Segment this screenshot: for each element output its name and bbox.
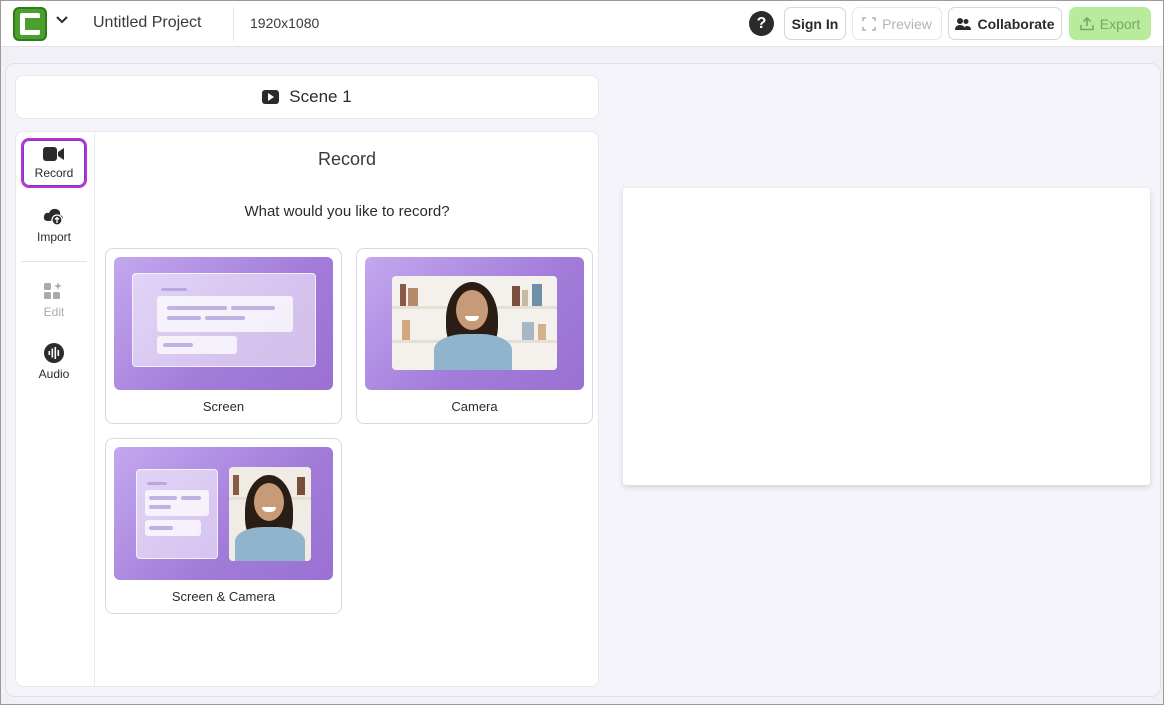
tool-edit[interactable]: Edit (21, 275, 87, 325)
screen-camera-option-label: Screen & Camera (171, 589, 276, 604)
screen-option-label: Screen (202, 399, 245, 414)
topbar-divider (233, 7, 234, 41)
record-option-camera[interactable]: Camera (356, 248, 593, 424)
camera-option-label: Camera (451, 399, 498, 414)
top-bar: Untitled Project 1920x1080 ? Sign In Pre… (1, 1, 1163, 47)
chevron-down-icon[interactable] (55, 13, 69, 27)
tool-record-label: Record (34, 166, 74, 180)
scene-label: Scene 1 (289, 87, 352, 106)
screen-camera-thumbnail (114, 447, 333, 580)
app-logo-icon[interactable] (13, 7, 47, 41)
export-label: Export (1099, 15, 1141, 32)
tool-audio-label: Audio (38, 367, 70, 381)
scene-selector[interactable]: Scene 1 (15, 75, 599, 119)
play-icon (262, 90, 280, 104)
sign-in-label: Sign In (791, 15, 839, 32)
tool-record[interactable]: Record (21, 138, 87, 188)
preview-button[interactable]: Preview (852, 7, 942, 40)
audio-wave-icon (44, 343, 64, 363)
users-icon (955, 17, 972, 30)
tool-import[interactable]: Import (21, 201, 87, 251)
collaborate-label: Collaborate (977, 15, 1055, 32)
tool-rail: Record Import Edit Audio (15, 131, 95, 687)
fullscreen-icon (862, 16, 876, 31)
tool-import-label: Import (36, 230, 71, 244)
rail-divider (21, 261, 87, 262)
help-icon[interactable]: ? (749, 11, 774, 36)
panel-question: What would you like to record? (244, 203, 450, 220)
preview-label: Preview (882, 15, 932, 32)
resolution-label[interactable]: 1920x1080 (250, 15, 319, 31)
export-button[interactable]: Export (1069, 7, 1151, 40)
record-option-screen-and-camera[interactable]: Screen & Camera (105, 438, 342, 614)
project-title[interactable]: Untitled Project (93, 14, 202, 32)
sign-in-button[interactable]: Sign In (784, 7, 846, 40)
edit-shapes-icon (44, 282, 62, 299)
video-camera-icon (43, 147, 64, 161)
preview-canvas[interactable] (623, 188, 1150, 485)
tool-edit-label: Edit (43, 305, 65, 319)
camera-thumbnail (365, 257, 584, 390)
cloud-upload-icon (43, 208, 63, 226)
collaborate-button[interactable]: Collaborate (948, 7, 1062, 40)
panel-title: Record (317, 149, 377, 169)
record-option-screen[interactable]: Screen (105, 248, 342, 424)
upload-icon (1079, 16, 1094, 31)
tool-audio[interactable]: Audio (21, 337, 87, 387)
screen-thumbnail (114, 257, 333, 390)
